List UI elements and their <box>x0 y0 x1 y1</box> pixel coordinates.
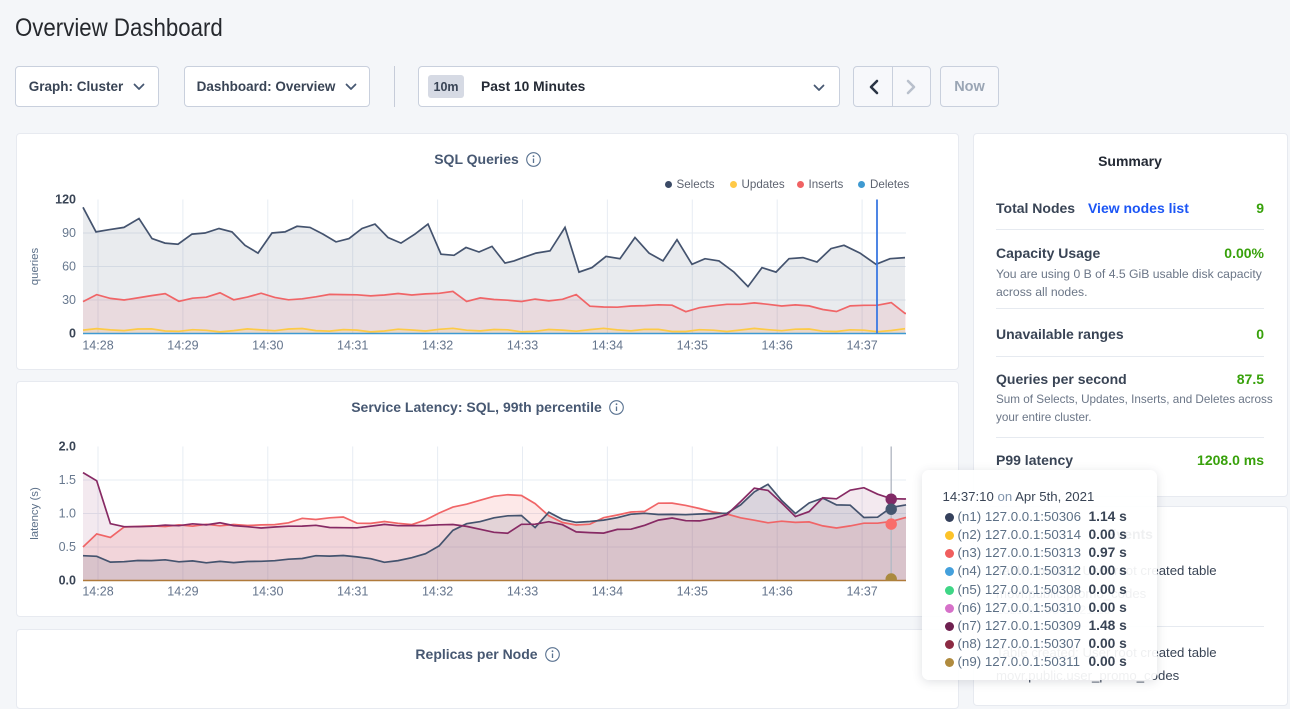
svg-text:latency (s): latency (s) <box>29 487 41 540</box>
svg-text:0.0: 0.0 <box>59 573 76 587</box>
svg-text:14:34: 14:34 <box>592 584 623 598</box>
svg-text:14:29: 14:29 <box>167 584 198 598</box>
svg-text:0.5: 0.5 <box>59 540 76 554</box>
svg-text:60: 60 <box>62 259 76 273</box>
svg-text:14:29: 14:29 <box>167 338 198 352</box>
svg-text:90: 90 <box>62 226 76 240</box>
svg-text:14:32: 14:32 <box>422 584 453 598</box>
svg-text:14:35: 14:35 <box>677 338 708 352</box>
svg-text:14:35: 14:35 <box>677 584 708 598</box>
svg-text:queries: queries <box>29 247 41 285</box>
svg-text:14:37: 14:37 <box>846 338 877 352</box>
svg-text:14:31: 14:31 <box>337 338 368 352</box>
svg-text:1.0: 1.0 <box>59 506 76 520</box>
svg-text:14:30: 14:30 <box>252 584 283 598</box>
svg-text:14:32: 14:32 <box>422 338 453 352</box>
svg-text:14:37: 14:37 <box>846 584 877 598</box>
svg-text:14:33: 14:33 <box>507 338 538 352</box>
svg-text:14:28: 14:28 <box>82 584 113 598</box>
svg-text:14:31: 14:31 <box>337 584 368 598</box>
svg-text:14:34: 14:34 <box>592 338 623 352</box>
svg-text:1.5: 1.5 <box>59 473 76 487</box>
svg-text:120: 120 <box>55 192 76 206</box>
svg-text:14:36: 14:36 <box>762 584 793 598</box>
svg-text:14:33: 14:33 <box>507 584 538 598</box>
svg-text:14:30: 14:30 <box>252 338 283 352</box>
svg-text:0: 0 <box>69 326 76 340</box>
svg-text:14:36: 14:36 <box>762 338 793 352</box>
svg-text:2.0: 2.0 <box>59 439 76 453</box>
svg-text:30: 30 <box>62 293 76 307</box>
svg-text:14:28: 14:28 <box>82 338 113 352</box>
